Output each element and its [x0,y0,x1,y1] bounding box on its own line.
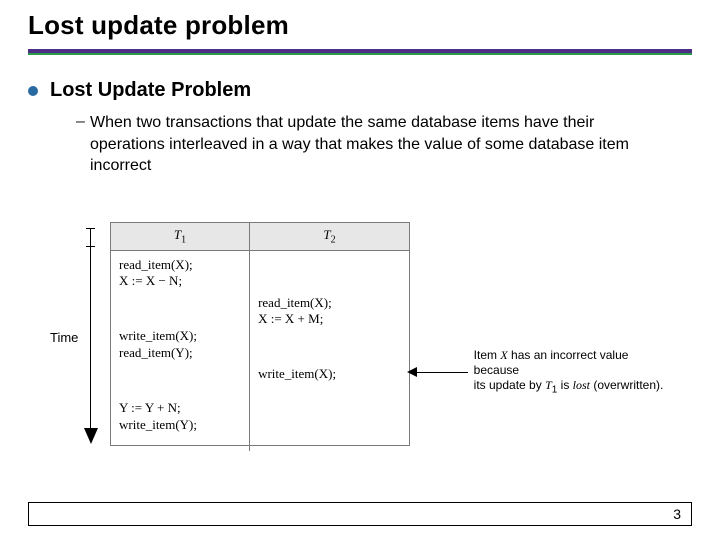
t1-op: write_item(Y); [119,417,241,434]
title-underline [28,49,692,55]
annotation-span: Item [474,348,501,362]
header-t2-prefix: T [323,227,330,242]
t1-op: write_item(X); [119,328,241,345]
time-axis-arrow-icon [84,228,98,446]
level2-text: When two transactions that update the sa… [90,112,650,177]
schedule-diagram: Time T1 T2 read_item(X); X := X − N; [80,220,670,460]
level2-bullet-item: – When two transactions that update the … [76,112,692,177]
header-t1-sub: 1 [181,235,186,246]
slide: Lost update problem Lost Update Problem … [0,0,720,540]
t1-op: read_item(X); [119,257,241,274]
t2-op: X := X + M; [258,311,401,328]
bullet-dot-icon [28,86,38,96]
annotation-span: X [500,348,507,362]
level1-text: Lost Update Problem [50,79,251,102]
t2-op: read_item(X); [258,295,401,312]
arrow-left-icon [415,372,468,373]
annotation-span: is [557,378,572,392]
header-t2-sub: 2 [331,235,336,246]
header-t2: T2 [250,223,409,250]
slide-title: Lost update problem [28,10,692,41]
annotation-span: its update by [474,378,545,392]
time-axis-label: Time [50,330,78,345]
t1-op: X := X − N; [119,273,241,290]
page-number: 3 [673,506,681,522]
footer-bar: 3 [28,502,692,526]
table-header-row: T1 T2 [111,223,409,251]
annotation-span: lost [573,378,590,392]
annotation: Item X has an incorrect value because it… [415,348,665,397]
header-t1: T1 [111,223,250,250]
annotation-span: T [545,378,552,392]
t2-column: read_item(X); X := X + M; write_item(X); [250,251,409,451]
table-body-row: read_item(X); X := X − N; write_item(X);… [111,251,409,451]
t2-op: write_item(X); [258,366,401,383]
t1-column: read_item(X); X := X − N; write_item(X);… [111,251,250,451]
bullet-dash-icon: – [76,113,90,131]
t1-op: read_item(Y); [119,345,241,362]
transactions-table: T1 T2 read_item(X); X := X − N; write_it… [110,222,410,446]
annotation-text: Item X has an incorrect value because it… [474,348,665,397]
level1-bullet-item: Lost Update Problem [28,79,692,102]
t1-op: Y := Y + N; [119,400,241,417]
annotation-span: (overwritten). [590,378,663,392]
